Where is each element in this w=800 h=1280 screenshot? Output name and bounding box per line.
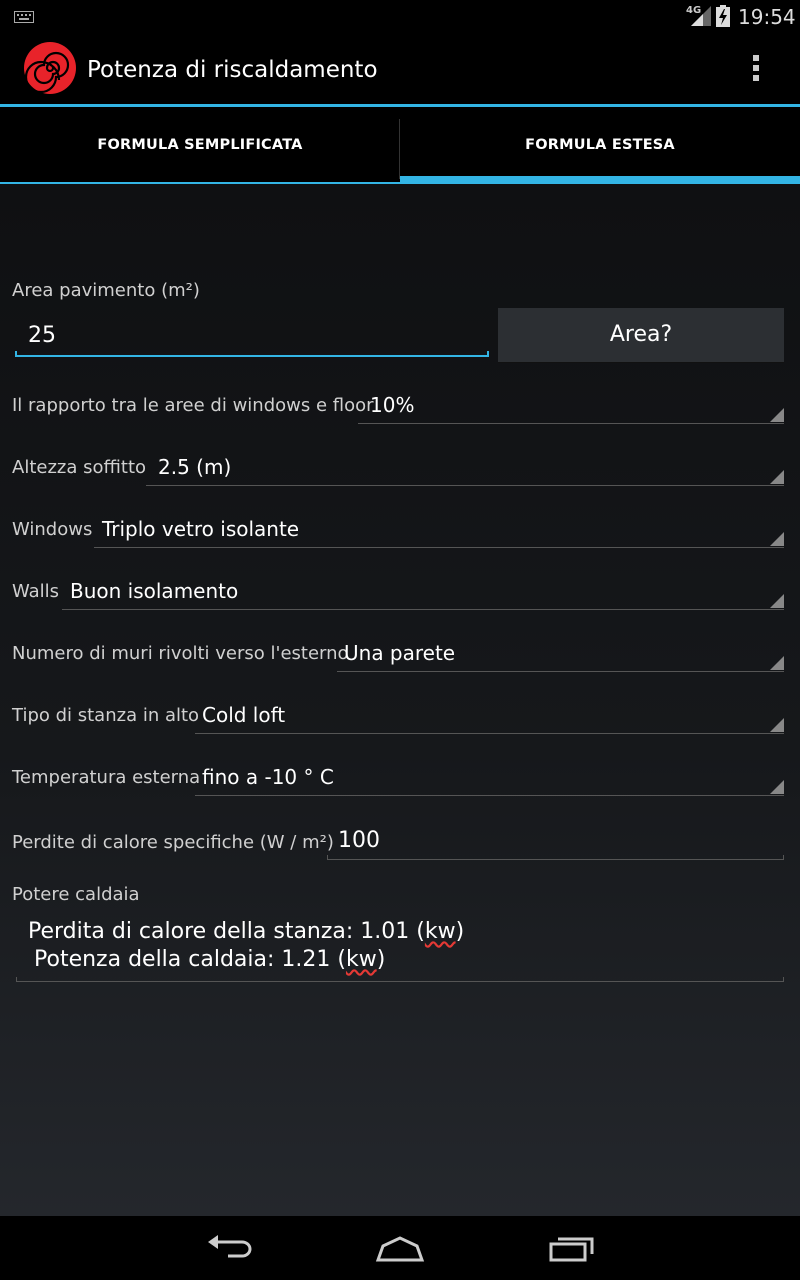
window-ratio-label: Il rapporto tra le aree di windows e flo… xyxy=(12,395,374,416)
external-walls-spinner[interactable]: Una parete xyxy=(337,632,784,672)
recents-icon[interactable] xyxy=(548,1234,596,1262)
tab-label: FORMULA ESTESA xyxy=(525,137,675,153)
battery-charging-icon xyxy=(716,5,730,27)
navigation-bar xyxy=(0,1216,800,1280)
clock: 19:54 xyxy=(738,5,796,29)
windows-label: Windows xyxy=(12,519,93,540)
dropdown-arrow-icon xyxy=(770,656,784,670)
action-bar: Potenza di riscaldamento xyxy=(0,33,800,105)
boiler-power-label: Potere caldaia xyxy=(12,884,140,905)
result-text: Perdita di calore della stanza: 1.01 (kw… xyxy=(28,918,464,974)
back-icon[interactable] xyxy=(206,1234,254,1262)
area-help-button[interactable]: Area? xyxy=(498,308,784,363)
specific-loss-input[interactable]: 100 xyxy=(338,828,380,853)
area-input-underline xyxy=(15,351,489,357)
dropdown-arrow-icon xyxy=(770,532,784,546)
tab-label: FORMULA SEMPLIFICATA xyxy=(97,137,303,153)
room-heat-loss-line: Perdita di calore della stanza: 1.01 (kw… xyxy=(28,919,465,944)
tab-bar: FORMULA SEMPLIFICATA FORMULA ESTESA xyxy=(0,107,800,184)
walls-value: Buon isolamento xyxy=(70,579,239,603)
boiler-power-line: Potenza della caldaia: 1.21 (kw) xyxy=(34,947,386,972)
result-underline xyxy=(16,977,784,982)
room-above-spinner[interactable]: Cold loft xyxy=(195,694,784,734)
external-walls-value: Una parete xyxy=(344,641,456,665)
overflow-menu-icon[interactable] xyxy=(748,55,764,85)
walls-label: Walls xyxy=(12,581,60,602)
signal-icon xyxy=(691,6,711,26)
window-ratio-spinner[interactable]: 10% xyxy=(358,384,784,424)
outside-temp-label: Temperatura esterna xyxy=(12,767,201,788)
spiral-heater-icon xyxy=(24,42,76,94)
ceiling-height-value: 2.5 (m) xyxy=(158,455,232,479)
status-bar: 4G 19:54 xyxy=(0,0,800,33)
dropdown-arrow-icon xyxy=(770,594,784,608)
room-above-value: Cold loft xyxy=(202,703,286,727)
windows-spinner[interactable]: Triplo vetro isolante xyxy=(94,508,784,548)
app-title: Potenza di riscaldamento xyxy=(87,57,378,83)
dropdown-arrow-icon xyxy=(770,470,784,484)
outside-temp-spinner[interactable]: fino a -10 ° C xyxy=(195,756,784,796)
form-content: Area pavimento (m²) 25 Area? Il rapporto… xyxy=(0,184,800,1216)
windows-value: Triplo vetro isolante xyxy=(102,517,300,541)
ceiling-height-spinner[interactable]: 2.5 (m) xyxy=(146,446,784,486)
tab-formula-semplificata[interactable]: FORMULA SEMPLIFICATA xyxy=(0,107,400,184)
outside-temp-value: fino a -10 ° C xyxy=(202,765,334,789)
dropdown-arrow-icon xyxy=(770,718,784,732)
area-input[interactable]: 25 xyxy=(28,323,56,348)
dropdown-arrow-icon xyxy=(770,780,784,794)
room-above-label: Tipo di stanza in alto xyxy=(12,705,200,726)
area-label: Area pavimento (m²) xyxy=(12,280,200,301)
home-icon[interactable] xyxy=(374,1234,426,1262)
dropdown-arrow-icon xyxy=(770,408,784,422)
specific-loss-underline xyxy=(327,855,784,860)
ceiling-height-label: Altezza soffitto xyxy=(12,457,147,478)
keyboard-icon xyxy=(14,11,34,23)
walls-spinner[interactable]: Buon isolamento xyxy=(62,570,784,610)
specific-loss-label: Perdite di calore specifiche (W / m²) xyxy=(12,832,334,853)
external-walls-label: Numero di muri rivolti verso l'esterno xyxy=(12,643,349,664)
tab-formula-estesa[interactable]: FORMULA ESTESA xyxy=(400,107,800,184)
area-help-button-label: Area? xyxy=(609,322,673,347)
window-ratio-value: 10% xyxy=(370,393,415,417)
